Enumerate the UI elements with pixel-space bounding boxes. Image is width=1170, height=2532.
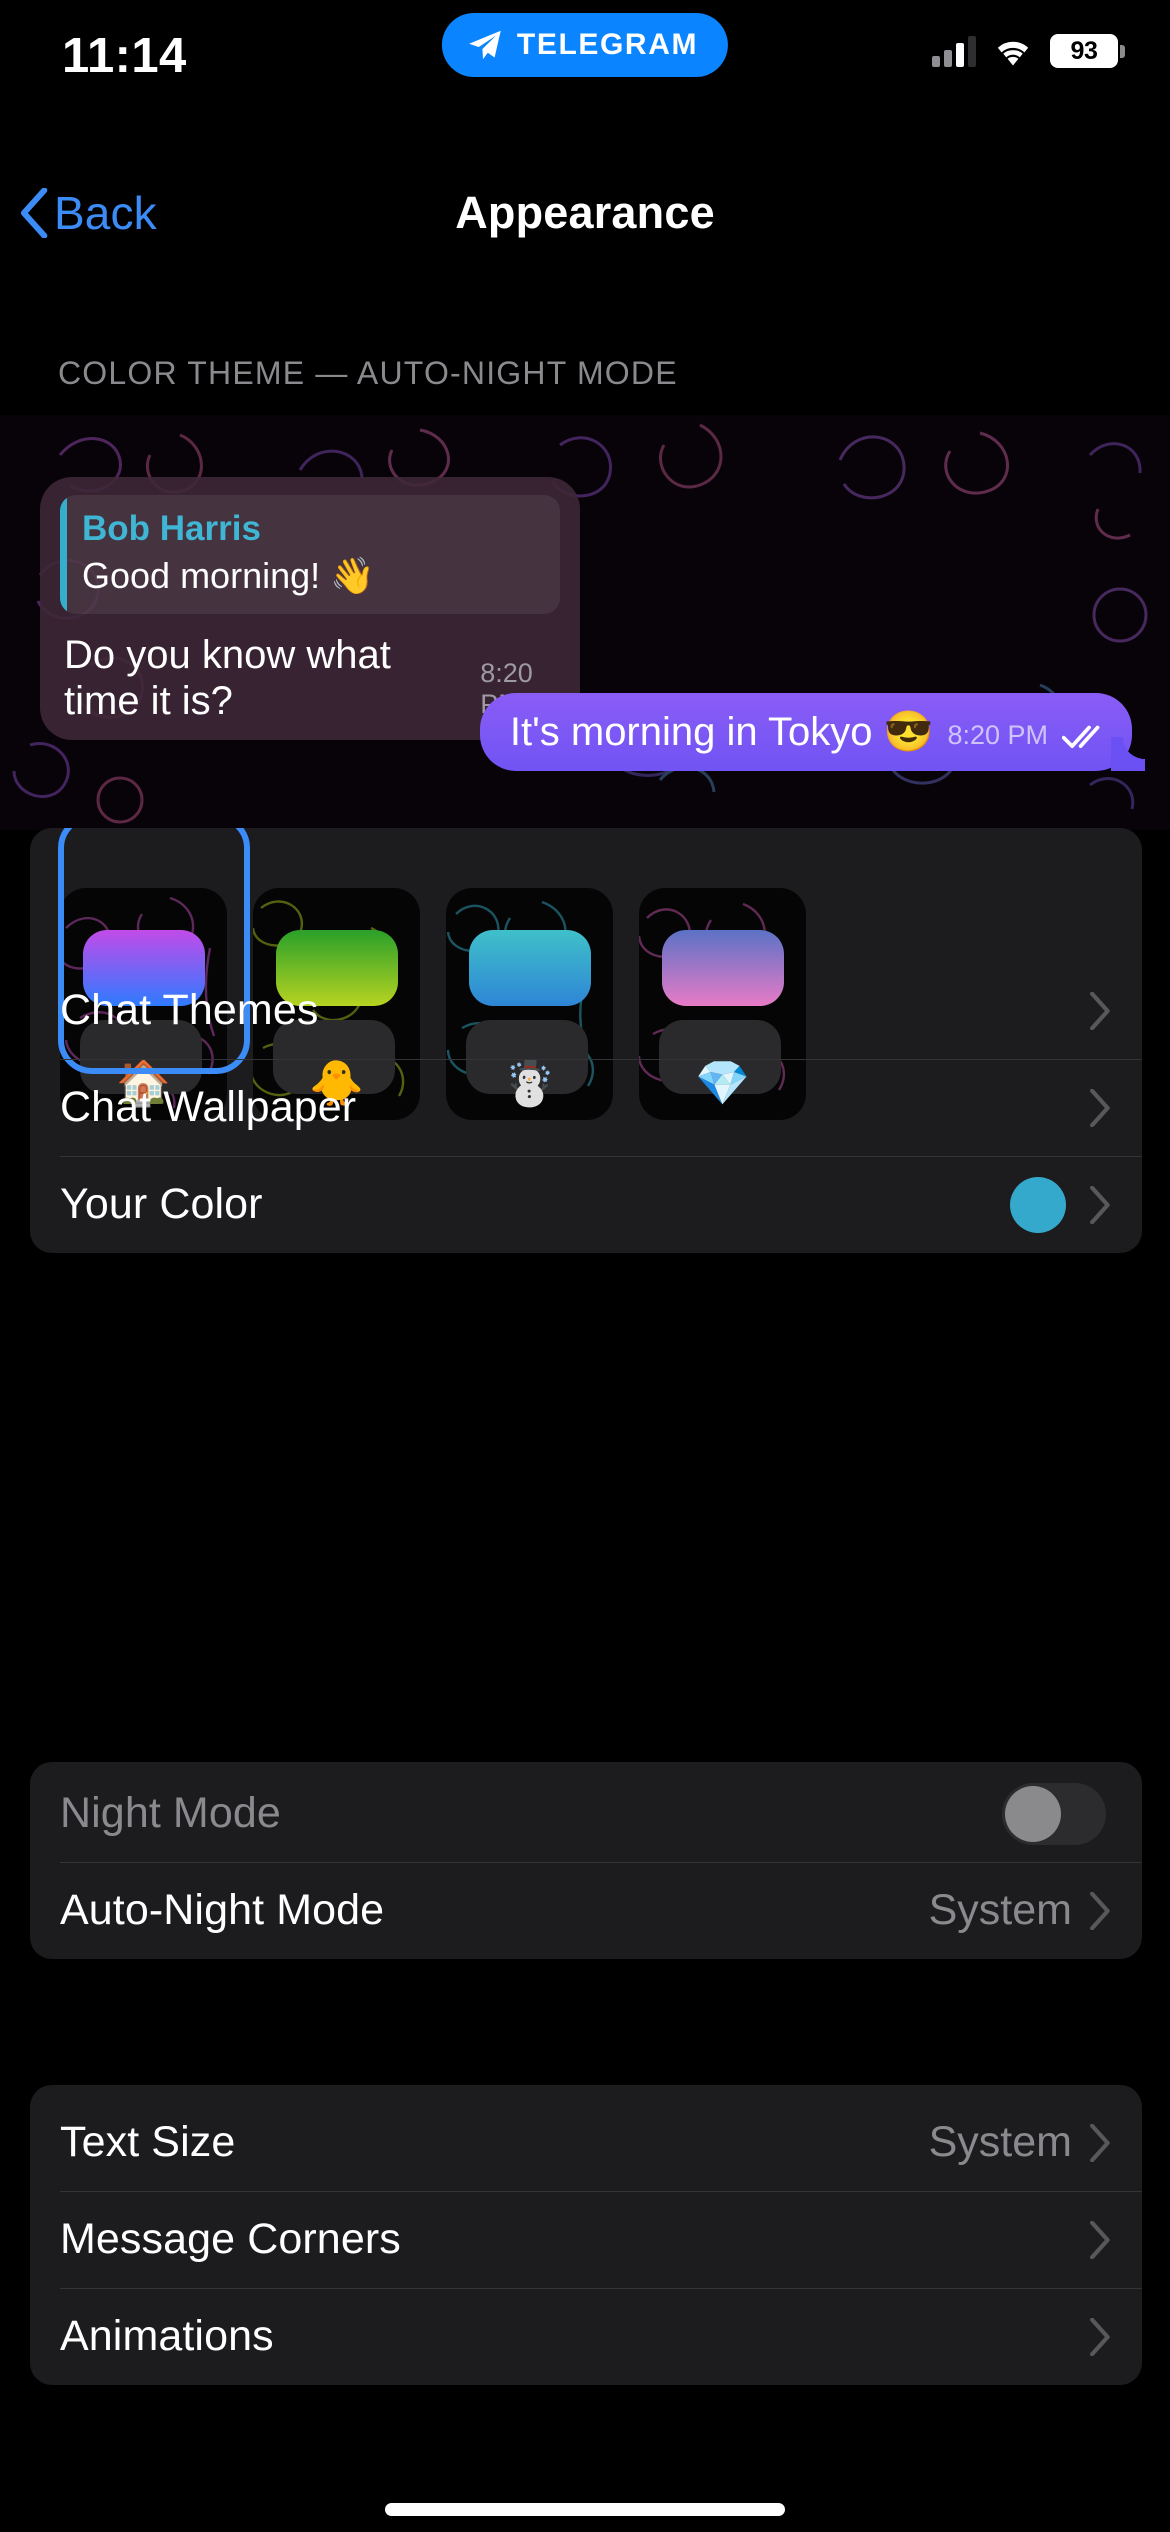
outgoing-message-text: It's morning in Tokyo 😎 [509, 710, 934, 754]
section-header-color-theme: COLOR THEME — AUTO-NIGHT MODE [58, 355, 678, 391]
night-mode-toggle[interactable] [1002, 1782, 1106, 1845]
row-label-animations: Animations [60, 2312, 274, 2360]
status-right-cluster: 93 [932, 28, 1125, 74]
page-title: Appearance [455, 186, 715, 238]
row-label-chat-themes: Chat Themes [60, 986, 319, 1034]
navigation-bar: Back Appearance [0, 165, 1170, 260]
toggle-knob [1005, 1785, 1061, 1842]
row-value-text-size: System [928, 2118, 1072, 2166]
chevron-right-icon [1090, 991, 1110, 1030]
chevron-right-icon [1090, 1891, 1110, 1930]
text-settings-card: Text Size System Message Corners Animati… [30, 2085, 1142, 2385]
double-check-icon [1062, 725, 1100, 749]
incoming-message-text: Do you know what time it is? [64, 632, 391, 723]
row-label-auto-night-mode: Auto-Night Mode [60, 1886, 385, 1934]
row-label-your-color: Your Color [60, 1180, 263, 1228]
row-auto-night-mode[interactable]: Auto-Night Mode System [30, 1862, 1142, 1959]
status-bar: 11:14 TELEGRAM 93 [0, 0, 1170, 130]
color-theme-card: 🏠 🐥 ☃️ 💎 Chat Themes Chat Wallpaper Your… [30, 828, 1142, 1253]
row-your-color[interactable]: Your Color [30, 1156, 1142, 1253]
battery-percent-label: 93 [1070, 36, 1098, 65]
status-time: 11:14 [62, 29, 187, 83]
chevron-right-icon [1090, 1088, 1110, 1127]
quote-author-name: Bob Harris [82, 509, 261, 548]
home-indicator[interactable] [385, 2503, 785, 2516]
night-mode-card: Night Mode Auto-Night Mode System [30, 1762, 1142, 1959]
outgoing-message-bubble: It's morning in Tokyo 😎 8:20 PM [479, 693, 1146, 771]
quote-text: Good morning! 👋 [82, 554, 375, 596]
chevron-right-icon [1090, 1185, 1110, 1224]
outgoing-message-time: 8:20 PM [947, 720, 1048, 750]
row-night-mode[interactable]: Night Mode [30, 1765, 1142, 1862]
row-message-corners[interactable]: Message Corners [30, 2191, 1142, 2288]
row-text-size[interactable]: Text Size System [30, 2094, 1142, 2191]
text-settings-rows: Text Size System Message Corners Animati… [30, 2094, 1142, 2385]
chevron-right-icon [1090, 2123, 1110, 2162]
theme-settings-rows: Chat Themes Chat Wallpaper Your Color [30, 962, 1142, 1253]
telegram-plane-icon [469, 30, 501, 60]
dynamic-island-telegram-badge[interactable]: TELEGRAM [441, 13, 729, 77]
row-label-chat-wallpaper: Chat Wallpaper [60, 1083, 357, 1131]
row-value-auto-night-mode: System [928, 1886, 1072, 1934]
row-chat-wallpaper[interactable]: Chat Wallpaper [30, 1059, 1142, 1156]
quoted-reply-block[interactable]: Bob Harris Good morning! 👋 [60, 495, 560, 614]
battery-icon: 93 [1050, 34, 1125, 68]
wifi-icon [997, 41, 1029, 65]
chevron-right-icon [1090, 2317, 1110, 2356]
chat-preview: Bob Harris Good morning! 👋 Do you know w… [0, 415, 1170, 830]
chevron-right-icon [1090, 2220, 1110, 2259]
your-color-swatch[interactable] [1010, 1176, 1066, 1233]
row-label-text-size: Text Size [60, 2118, 236, 2166]
phone-screen: 11:14 TELEGRAM 93 Back Appearance COLOR … [0, 0, 1170, 2532]
row-label-message-corners: Message Corners [60, 2215, 401, 2263]
night-mode-rows: Night Mode Auto-Night Mode System [30, 1765, 1142, 1959]
cellular-signal-icon [932, 35, 976, 67]
row-animations[interactable]: Animations [30, 2288, 1142, 2385]
row-label-night-mode: Night Mode [60, 1789, 281, 1837]
row-chat-themes[interactable]: Chat Themes [30, 962, 1142, 1059]
telegram-badge-label: TELEGRAM [516, 28, 699, 61]
